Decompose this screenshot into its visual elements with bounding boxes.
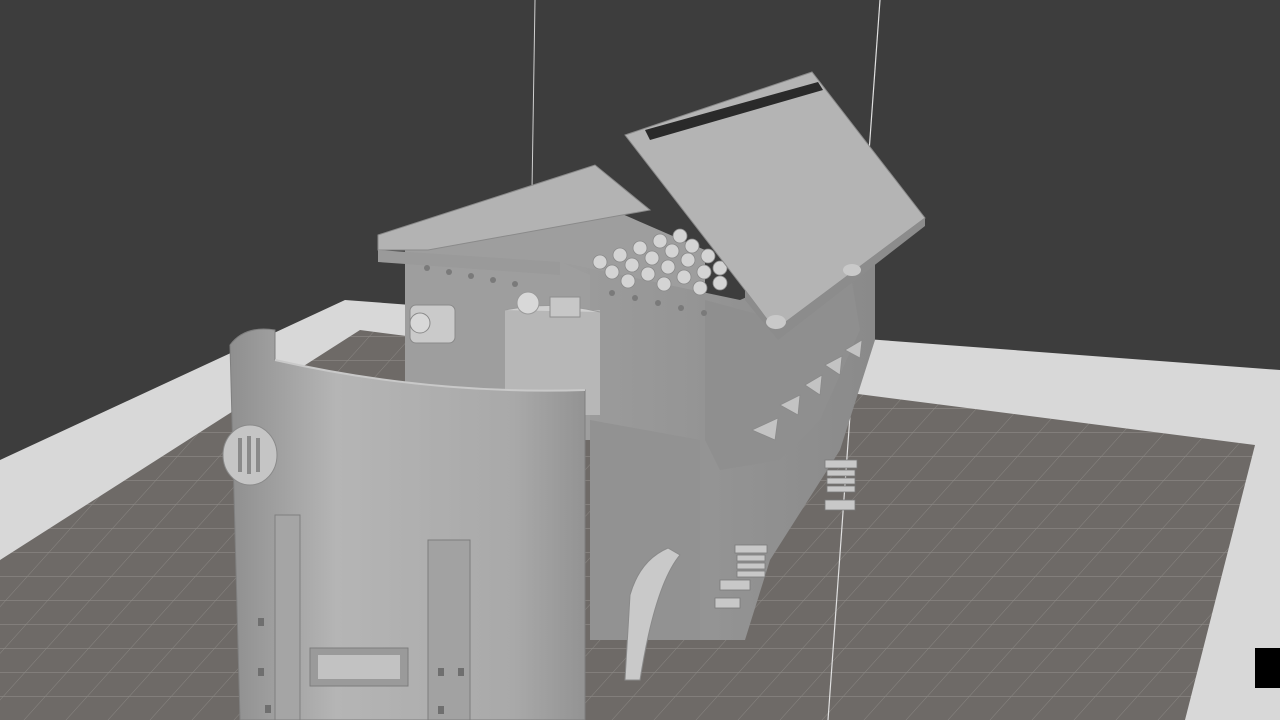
side-knob xyxy=(222,424,278,486)
plate-corner-marker xyxy=(1255,648,1280,688)
3d-viewport[interactable] xyxy=(0,0,1280,720)
rear-knob xyxy=(409,304,456,344)
scene-canvas[interactable] xyxy=(0,0,1280,720)
